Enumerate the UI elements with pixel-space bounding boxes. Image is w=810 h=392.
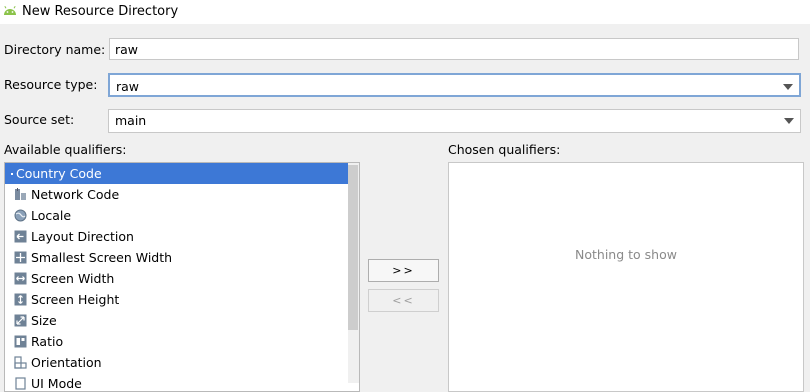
ui-mode-icon — [15, 377, 26, 390]
list-item-label: Screen Width — [31, 271, 115, 286]
layout-direction-icon — [14, 230, 27, 243]
chosen-qualifiers-label: Chosen qualifiers: — [448, 142, 561, 157]
list-item-size[interactable]: Size — [5, 310, 359, 331]
smallest-screen-width-icon — [14, 251, 27, 264]
list-item-orientation[interactable]: Orientation — [5, 352, 359, 373]
globe-icon — [14, 209, 27, 222]
list-item-label: Country Code — [16, 166, 102, 181]
source-set-value: main — [115, 113, 147, 128]
remove-qualifier-button[interactable]: << — [368, 289, 439, 312]
chevron-down-icon — [784, 118, 794, 124]
list-item-smallest-screen-width[interactable]: Smallest Screen Width — [5, 247, 359, 268]
orientation-icon — [14, 356, 27, 369]
title-bar: New Resource Directory — [0, 0, 810, 24]
list-scrollbar-thumb[interactable] — [348, 165, 358, 330]
chevron-down-icon — [783, 84, 793, 90]
resource-type-label: Resource type: — [4, 77, 98, 92]
country-code-icon — [11, 173, 13, 175]
directory-name-field[interactable] — [109, 38, 799, 60]
list-item-screen-width[interactable]: Screen Width — [5, 268, 359, 289]
list-item-label: Orientation — [31, 355, 102, 370]
list-item-label: Smallest Screen Width — [31, 250, 173, 265]
network-code-icon — [15, 188, 26, 200]
size-icon — [14, 314, 27, 327]
add-qualifier-button[interactable]: >> — [368, 259, 439, 282]
list-item-locale[interactable]: Locale — [5, 205, 359, 226]
list-item-layout-direction[interactable]: Layout Direction — [5, 226, 359, 247]
list-item-label: Ratio — [31, 334, 64, 349]
android-icon — [4, 5, 16, 15]
ratio-icon — [14, 335, 27, 348]
available-qualifiers-list[interactable]: Country Code Network Code Locale Layout … — [4, 162, 360, 392]
source-set-label: Source set: — [4, 112, 75, 127]
list-item-label: Network Code — [31, 187, 120, 202]
resource-type-value: raw — [116, 79, 140, 94]
list-item-label: Locale — [31, 208, 72, 223]
source-set-dropdown[interactable]: main — [108, 109, 801, 133]
directory-name-input[interactable] — [110, 39, 798, 59]
screen-height-icon — [14, 293, 27, 306]
list-item-label: Screen Height — [31, 292, 120, 307]
directory-name-label: Directory name: — [4, 42, 106, 57]
window-title: New Resource Directory — [22, 4, 179, 19]
list-item-label: Size — [31, 313, 57, 328]
available-qualifiers-label: Available qualifiers: — [4, 142, 127, 157]
list-item-country-code[interactable]: Country Code — [5, 163, 359, 184]
list-item-label: Layout Direction — [31, 229, 134, 244]
empty-state-text: Nothing to show — [575, 247, 677, 262]
list-item-network-code[interactable]: Network Code — [5, 184, 359, 205]
chosen-qualifiers-list[interactable]: Nothing to show — [448, 162, 804, 392]
resource-type-dropdown[interactable]: raw — [108, 73, 801, 97]
screen-width-icon — [14, 272, 27, 285]
list-item-ratio[interactable]: Ratio — [5, 331, 359, 352]
list-item-screen-height[interactable]: Screen Height — [5, 289, 359, 310]
